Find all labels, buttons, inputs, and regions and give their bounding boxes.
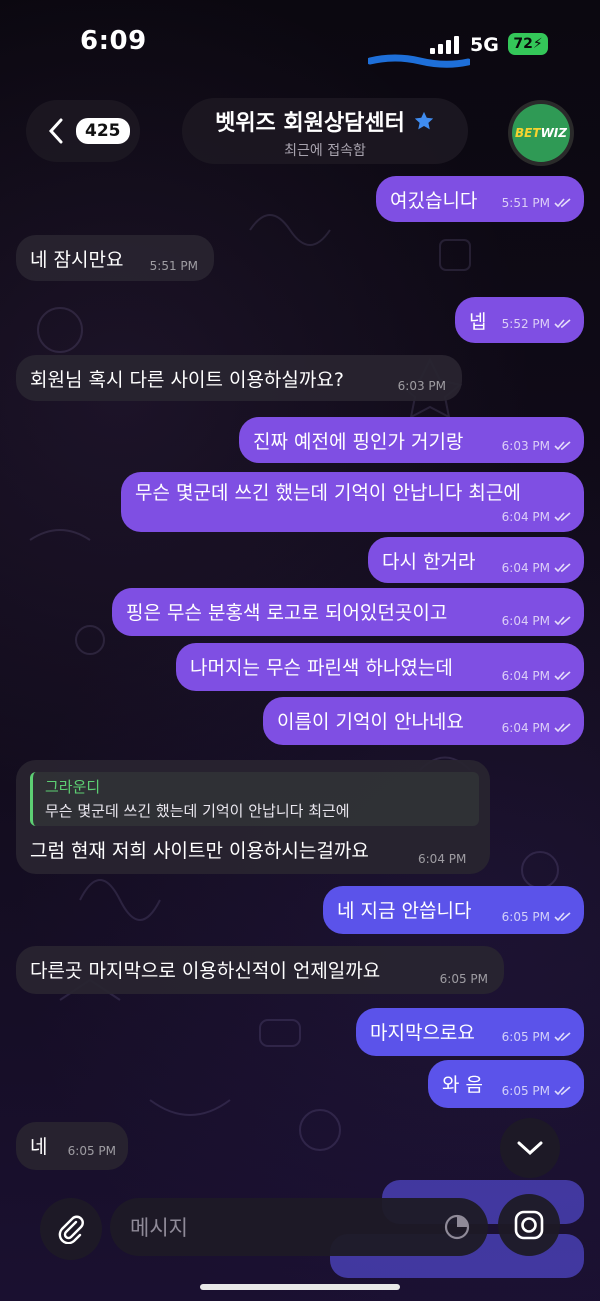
message-bubble-in[interactable]: 회원님 혹시 다른 사이트 이용하실까요? 6:03 PM — [16, 355, 462, 401]
message-bubble-out[interactable]: 나머지는 무슨 파린색 하나였는데 6:04 PM — [176, 643, 584, 691]
message-bubble-out[interactable]: 와 음 6:05 PM — [428, 1060, 584, 1108]
message-placeholder: 메시지 — [130, 1216, 188, 1240]
scroll-to-bottom-button[interactable] — [500, 1118, 560, 1178]
read-ticks-icon — [554, 616, 571, 626]
message-bubble-out[interactable]: 무슨 몇군데 쓰긴 했는데 기억이 안납니다 최근에 6:04 PM — [121, 472, 584, 532]
chat-title: 벳위즈 회원상담센터 — [215, 111, 405, 136]
read-ticks-icon — [554, 1086, 571, 1096]
message-input[interactable]: 메시지 — [110, 1198, 488, 1256]
signal-icon — [430, 36, 462, 54]
message-bubble-out[interactable]: 이름이 기억이 안나네요 6:04 PM — [263, 697, 584, 745]
message-time: 6:05 PM — [67, 1144, 116, 1158]
message-bubble-out[interactable]: 핑은 무슨 분홍색 로고로 되어있던곳이고 6:04 PM — [112, 588, 584, 636]
message-bubble-out[interactable]: 다시 한거라 6:04 PM — [368, 537, 584, 583]
star-icon — [414, 111, 434, 130]
message-text: 다시 한거라 — [382, 551, 476, 573]
paperclip-icon — [58, 1215, 84, 1244]
reply-author: 그라운디 — [45, 778, 101, 796]
message-bubble-in[interactable]: 네 6:05 PM — [16, 1122, 128, 1170]
message-text: 회원님 혹시 다른 사이트 이용하실까요? — [30, 369, 344, 391]
message-meta: 6:03 PM — [502, 439, 572, 453]
chat-title-pill[interactable]: 벳위즈 회원상담센터 최근에 접속함 — [182, 98, 468, 164]
message-text: 네 — [30, 1136, 48, 1158]
message-meta: 6:05 PM — [502, 1030, 572, 1044]
read-ticks-icon — [554, 319, 571, 329]
battery-level: 72 — [513, 36, 533, 52]
message-text: 핑은 무슨 분홍색 로고로 되어있던곳이고 — [126, 602, 448, 624]
status-bar: 6:09 5G 72 ⚡ — [0, 0, 600, 90]
read-ticks-icon — [554, 563, 571, 573]
reply-quote[interactable]: 그라운디 무슨 몇군데 쓰긴 했는데 기억이 안납니다 최근에 — [30, 772, 479, 826]
message-bubble-in[interactable]: 네 잠시만요 5:51 PM — [16, 235, 214, 281]
message-meta: 6:05 PM — [502, 1084, 572, 1098]
redaction-scribble — [368, 54, 470, 68]
avatar-logo: BET WIZ — [512, 104, 570, 162]
message-meta: 5:51 PM — [502, 196, 572, 210]
status-time: 6:09 — [80, 26, 147, 56]
read-ticks-icon — [554, 912, 571, 922]
home-indicator[interactable] — [200, 1284, 400, 1290]
message-text: 와 음 — [442, 1074, 483, 1096]
read-ticks-icon — [554, 723, 571, 733]
last-seen-status: 최근에 접속함 — [284, 143, 366, 159]
message-meta: 5:52 PM — [502, 317, 572, 331]
message-bubble-out[interactable]: 네 지금 안씁니다 6:05 PM — [323, 886, 584, 934]
read-ticks-icon — [554, 671, 571, 681]
message-text: 다른곳 마지막으로 이용하신적이 언제일까요 — [30, 960, 381, 982]
read-ticks-icon — [554, 441, 571, 451]
message-text: 여깄습니다 — [390, 190, 478, 212]
unread-count-badge: 425 — [76, 118, 130, 144]
message-text: 무슨 몇군데 쓰긴 했는데 기억이 안납니다 최근에 — [135, 482, 521, 504]
message-text: 네 잠시만요 — [30, 249, 124, 271]
message-meta: 6:05 PM — [502, 910, 572, 924]
chevron-down-icon — [517, 1141, 543, 1156]
sticker-icon[interactable] — [444, 1214, 470, 1240]
camera-button[interactable] — [498, 1194, 560, 1256]
avatar[interactable]: BET WIZ — [508, 100, 574, 166]
network-label: 5G — [470, 34, 499, 56]
message-text: 마지막으로요 — [370, 1022, 475, 1044]
message-meta: 6:04 PM — [502, 669, 572, 683]
message-bubble-out[interactable]: 넵 5:52 PM — [455, 297, 584, 343]
attach-button[interactable] — [40, 1198, 102, 1260]
reply-snippet: 무슨 몇군데 쓰긴 했는데 기억이 안납니다 최근에 — [45, 802, 350, 820]
message-time: 6:03 PM — [397, 379, 446, 393]
back-button[interactable]: 425 — [26, 100, 140, 162]
message-bubble-out[interactable]: 마지막으로요 6:05 PM — [356, 1008, 584, 1056]
message-time: 6:04 PM — [418, 852, 467, 866]
message-bubble-out[interactable]: 여깄습니다 5:51 PM — [376, 176, 584, 222]
message-time: 5:51 PM — [149, 259, 198, 273]
message-text: 진짜 예전에 핑인가 거기랑 — [253, 431, 464, 453]
read-ticks-icon — [554, 512, 571, 522]
message-text: 이름이 기억이 안나네요 — [277, 711, 464, 733]
message-text: 네 지금 안씁니다 — [337, 900, 472, 922]
message-text: 넵 — [469, 311, 487, 333]
message-bubble-in[interactable]: 다른곳 마지막으로 이용하신적이 언제일까요 6:05 PM — [16, 946, 504, 994]
message-bubble-out[interactable]: 진짜 예전에 핑인가 거기랑 6:03 PM — [239, 417, 584, 463]
battery-icon: 72 ⚡ — [508, 33, 548, 55]
message-text: 그럼 현재 저희 사이트만 이용하시는걸까요 — [30, 840, 369, 862]
back-chevron-icon — [48, 118, 63, 144]
message-meta: 6:04 PM — [502, 614, 572, 628]
message-meta: 6:04 PM — [502, 510, 572, 524]
read-ticks-icon — [554, 198, 571, 208]
camera-icon — [514, 1210, 544, 1240]
message-meta: 6:04 PM — [502, 721, 572, 735]
read-ticks-icon — [554, 1032, 571, 1042]
message-time: 6:05 PM — [439, 972, 488, 986]
message-text: 나머지는 무슨 파린색 하나였는데 — [190, 657, 453, 679]
message-meta: 6:04 PM — [502, 561, 572, 575]
